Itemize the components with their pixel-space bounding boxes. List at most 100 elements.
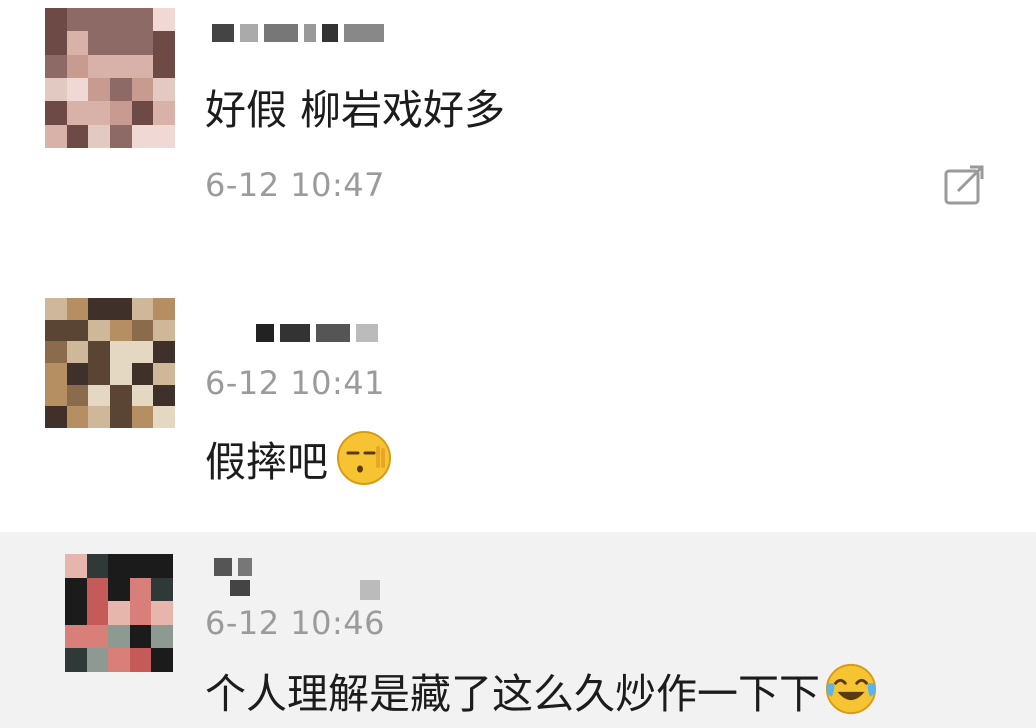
avatar-pixel bbox=[153, 406, 175, 428]
avatar-pixel bbox=[88, 298, 110, 320]
avatar-pixel bbox=[131, 101, 154, 125]
avatar-pixel bbox=[88, 362, 110, 385]
avatar-pixel bbox=[109, 362, 132, 385]
avatar-pixel bbox=[66, 362, 89, 385]
avatar-pixel bbox=[129, 648, 152, 672]
avatar-pixel bbox=[129, 577, 152, 602]
avatar-pixel bbox=[45, 54, 67, 78]
avatar-pixel bbox=[109, 31, 132, 55]
avatar-pixel bbox=[108, 648, 130, 672]
username-redacted[interactable] bbox=[212, 24, 384, 42]
avatar-pixel bbox=[88, 78, 110, 102]
avatar-pixel bbox=[153, 298, 175, 320]
avatar-pixel bbox=[109, 8, 132, 32]
username-redacted[interactable] bbox=[256, 324, 378, 342]
avatar-pixel bbox=[151, 601, 173, 625]
avatar-pixel bbox=[86, 554, 109, 578]
avatar-pixel bbox=[131, 78, 154, 102]
avatar-pixel bbox=[153, 384, 175, 407]
avatar-pixel bbox=[129, 554, 152, 578]
avatar-pixel bbox=[131, 298, 154, 320]
comment-text: 好假 柳岩戏好多 bbox=[205, 86, 506, 134]
avatar-pixel bbox=[151, 624, 173, 649]
avatar-pixel bbox=[65, 554, 87, 578]
avatar-pixel bbox=[153, 124, 175, 148]
avatar-pixel bbox=[108, 554, 130, 578]
avatar-pixel bbox=[65, 577, 87, 602]
avatar-pixel bbox=[109, 78, 132, 102]
avatar-pixel bbox=[109, 406, 132, 428]
avatar-pixel bbox=[108, 624, 130, 649]
avatar-pixel bbox=[153, 54, 175, 78]
avatar-pixel bbox=[153, 341, 175, 363]
comment-time: 6-12 10:46 bbox=[205, 604, 386, 642]
avatar-pixel bbox=[109, 384, 132, 407]
avatar-pixel bbox=[108, 577, 130, 602]
avatar-pixel bbox=[66, 54, 89, 78]
avatar-pixel bbox=[131, 31, 154, 55]
avatar-pixel bbox=[66, 384, 89, 407]
avatar-pixel bbox=[151, 554, 173, 578]
avatar-pixel bbox=[45, 8, 67, 32]
avatar-pixel bbox=[131, 124, 154, 148]
avatar-pixel bbox=[131, 341, 154, 363]
avatar-pixel bbox=[131, 319, 154, 342]
comment-item: 好假 柳岩戏好多 6-12 10:47 bbox=[0, 0, 1036, 262]
avatar-pixel bbox=[86, 624, 109, 649]
avatar-pixel bbox=[45, 124, 67, 148]
avatar-pixel bbox=[66, 319, 89, 342]
avatar-pixel bbox=[109, 124, 132, 148]
avatar-pixel bbox=[109, 298, 132, 320]
comment-item: 6-12 10:46 个人理解是藏了这么久炒作一下下 bbox=[0, 532, 1036, 728]
avatar-pixel bbox=[151, 648, 173, 672]
shh-emoji-icon bbox=[336, 430, 392, 486]
share-icon[interactable] bbox=[940, 165, 988, 209]
avatar-pixel bbox=[109, 101, 132, 125]
avatar-pixel bbox=[66, 31, 89, 55]
avatar-pixel bbox=[88, 406, 110, 428]
avatar-pixel bbox=[88, 319, 110, 342]
avatar-pixel bbox=[66, 406, 89, 428]
avatar-pixel bbox=[153, 78, 175, 102]
avatar[interactable] bbox=[45, 298, 175, 428]
avatar-pixel bbox=[66, 124, 89, 148]
avatar-pixel bbox=[45, 362, 67, 385]
laugh-cry-emoji-icon bbox=[824, 662, 880, 718]
avatar-pixel bbox=[88, 31, 110, 55]
avatar-pixel bbox=[88, 124, 110, 148]
avatar[interactable] bbox=[45, 8, 175, 148]
avatar-pixel bbox=[88, 54, 110, 78]
avatar-pixel bbox=[45, 406, 67, 428]
avatar-pixel bbox=[45, 298, 67, 320]
avatar-pixel bbox=[66, 8, 89, 32]
avatar-pixel bbox=[45, 319, 67, 342]
avatar-pixel bbox=[45, 101, 67, 125]
avatar[interactable] bbox=[65, 554, 173, 672]
username-redacted[interactable] bbox=[214, 558, 380, 600]
avatar-pixel bbox=[153, 31, 175, 55]
avatar-pixel bbox=[86, 648, 109, 672]
avatar-pixel bbox=[109, 341, 132, 363]
avatar-pixel bbox=[66, 341, 89, 363]
avatar-pixel bbox=[131, 384, 154, 407]
avatar-pixel bbox=[66, 101, 89, 125]
avatar-pixel bbox=[131, 8, 154, 32]
avatar-pixel bbox=[131, 54, 154, 78]
avatar-pixel bbox=[88, 341, 110, 363]
avatar-pixel bbox=[131, 406, 154, 428]
avatar-pixel bbox=[66, 298, 89, 320]
avatar-pixel bbox=[151, 577, 173, 602]
avatar-pixel bbox=[108, 601, 130, 625]
avatar-pixel bbox=[45, 384, 67, 407]
avatar-pixel bbox=[65, 624, 87, 649]
avatar-pixel bbox=[153, 8, 175, 32]
avatar-pixel bbox=[131, 362, 154, 385]
avatar-pixel bbox=[86, 601, 109, 625]
comment-text-content: 假摔吧 bbox=[205, 438, 328, 486]
avatar-pixel bbox=[109, 319, 132, 342]
avatar-pixel bbox=[88, 384, 110, 407]
comment-item: 6-12 10:41 假摔吧 bbox=[0, 262, 1036, 532]
comment-time: 6-12 10:47 bbox=[205, 166, 386, 204]
avatar-pixel bbox=[66, 78, 89, 102]
comment-time: 6-12 10:41 bbox=[205, 364, 386, 402]
